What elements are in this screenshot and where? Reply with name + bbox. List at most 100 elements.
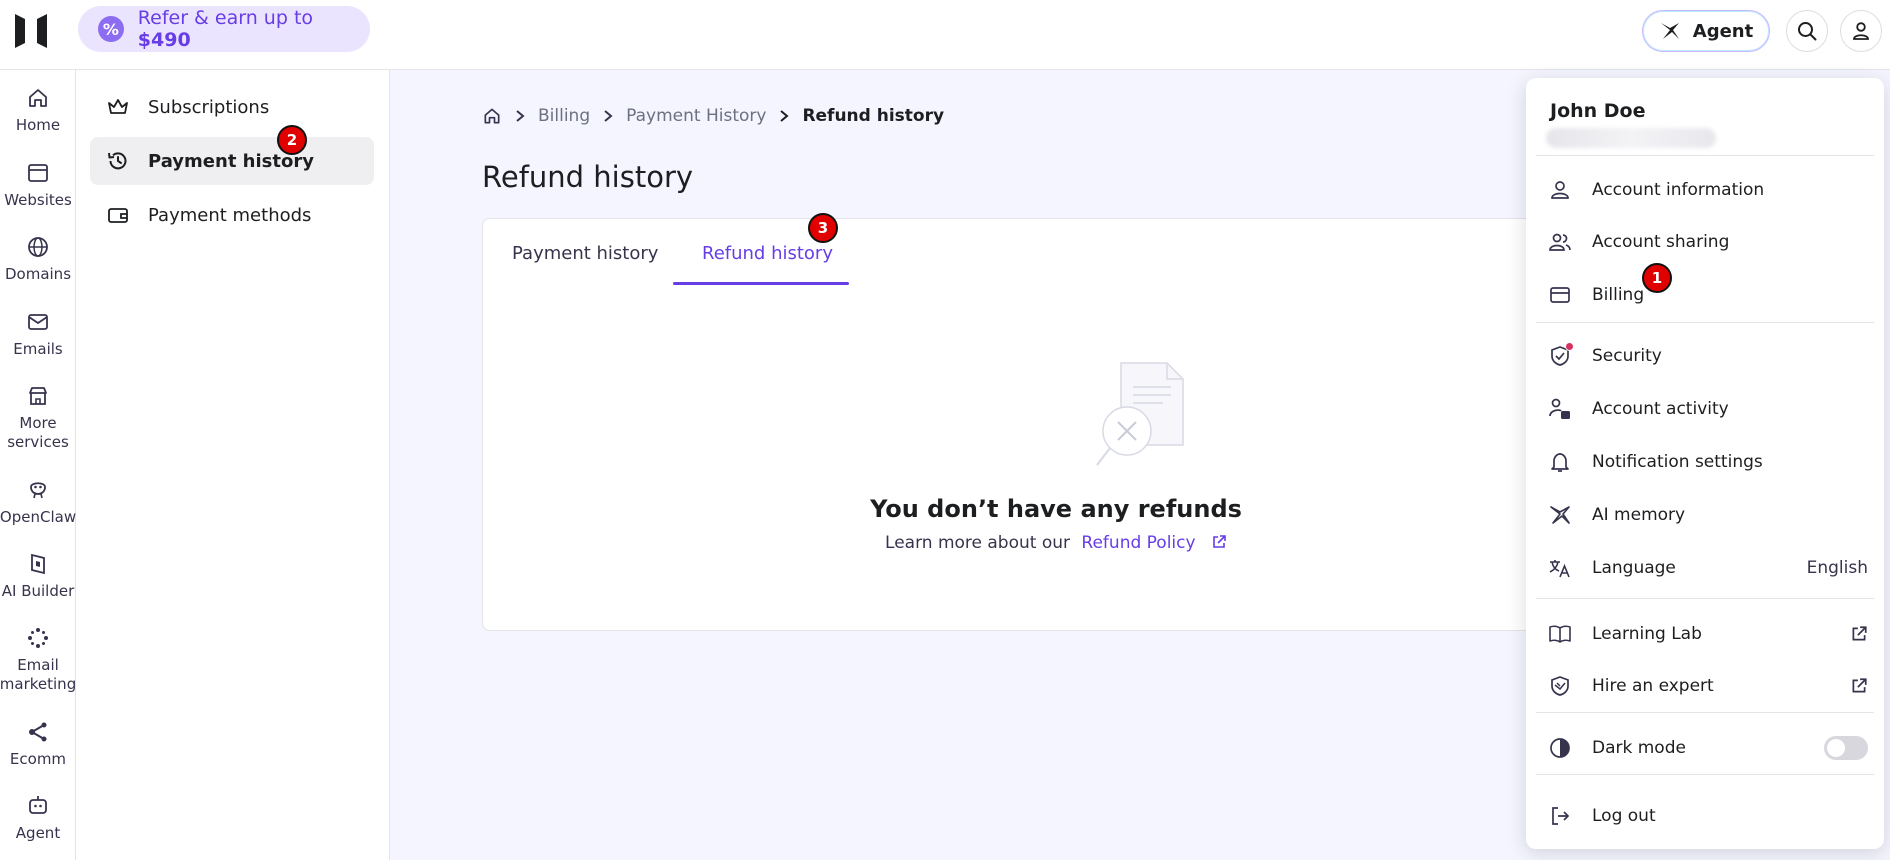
browser-window-icon bbox=[28, 164, 48, 182]
menu-item-label: Dark mode bbox=[1592, 738, 1686, 758]
menu-item-log-out[interactable]: Log out bbox=[1548, 800, 1868, 832]
empty-state-description: Learn more about our bbox=[885, 533, 1071, 553]
account-activity-icon bbox=[1549, 398, 1570, 419]
rail-item-ecomm[interactable]: Ecomm bbox=[0, 720, 76, 769]
rail-item-label: AI Builder bbox=[1, 582, 75, 600]
history-icon bbox=[108, 152, 127, 170]
credit-card-icon bbox=[1550, 287, 1570, 303]
menu-item-security[interactable]: Security bbox=[1548, 340, 1868, 372]
external-link-icon bbox=[1852, 678, 1867, 693]
user-name: John Doe bbox=[1550, 100, 1646, 122]
chevron-right-icon bbox=[604, 110, 613, 122]
rail-item-email-marketing[interactable]: Email marketing bbox=[0, 626, 76, 694]
account-button[interactable] bbox=[1840, 10, 1882, 52]
rail-item-label: Home bbox=[15, 116, 61, 134]
menu-item-learning-lab[interactable]: Learning Lab bbox=[1548, 618, 1868, 650]
rail-item-domains[interactable]: Domains bbox=[0, 235, 76, 284]
breadcrumb: Billing Payment History Refund history bbox=[482, 106, 944, 126]
rail-item-label: Agent bbox=[15, 824, 61, 842]
person-icon bbox=[1853, 22, 1869, 40]
menu-item-account-information[interactable]: Account information bbox=[1548, 174, 1868, 206]
external-link-icon[interactable] bbox=[1211, 534, 1227, 550]
empty-state-text: Learn more about our Refund Policy bbox=[482, 533, 1630, 553]
expert-shield-icon bbox=[1551, 676, 1569, 696]
language-value: English bbox=[1806, 558, 1868, 578]
globe-icon bbox=[28, 237, 48, 257]
rail-item-label: More services bbox=[7, 414, 69, 451]
discount-badge-icon: % bbox=[98, 16, 124, 42]
wallet-icon bbox=[108, 208, 128, 223]
divider bbox=[1536, 155, 1874, 156]
rail-item-home[interactable]: Home bbox=[0, 86, 76, 135]
openclaw-icon bbox=[30, 482, 46, 499]
rail-item-emails[interactable]: Emails bbox=[0, 310, 76, 359]
rail-item-label: Domains bbox=[4, 265, 72, 283]
hostinger-logo[interactable] bbox=[12, 12, 50, 50]
account-dropdown-menu: John Doe Account information Account sha… bbox=[1526, 78, 1884, 849]
rail-item-ai-builder[interactable]: AI Builder bbox=[0, 552, 76, 601]
step-marker: 3 bbox=[808, 213, 838, 243]
menu-item-billing[interactable]: Billing bbox=[1548, 279, 1868, 311]
agent-bot-icon bbox=[29, 796, 47, 814]
divider bbox=[1536, 598, 1874, 599]
menu-item-dark-mode[interactable]: Dark mode bbox=[1548, 732, 1868, 764]
rail-item-label: Websites bbox=[4, 191, 72, 209]
people-icon bbox=[1549, 233, 1571, 251]
search-button[interactable] bbox=[1786, 10, 1828, 52]
rail-item-label: Ecomm bbox=[9, 750, 67, 768]
menu-item-label: Language bbox=[1592, 558, 1676, 578]
tab-payment-history[interactable]: Payment history bbox=[512, 243, 658, 264]
menu-item-language[interactable]: Language English bbox=[1548, 552, 1868, 584]
refund-policy-link[interactable]: Refund Policy bbox=[1081, 533, 1195, 553]
subnav-item-payment-methods[interactable]: Payment methods bbox=[90, 191, 374, 239]
menu-item-label: Account sharing bbox=[1592, 232, 1730, 252]
external-link-icon bbox=[1852, 626, 1867, 641]
crown-icon bbox=[108, 99, 128, 114]
rail-item-agent[interactable]: Agent bbox=[0, 794, 76, 843]
menu-item-ai-memory[interactable]: AI memory bbox=[1548, 499, 1868, 531]
subnav-item-label: Payment methods bbox=[148, 204, 312, 226]
menu-item-account-sharing[interactable]: Account sharing bbox=[1548, 226, 1868, 258]
menu-item-label: Log out bbox=[1592, 806, 1656, 826]
home-icon bbox=[29, 89, 47, 107]
menu-item-label: Hire an expert bbox=[1592, 676, 1714, 696]
subnav-item-payment-history[interactable]: Payment history bbox=[90, 137, 374, 185]
ai-sparkle-icon bbox=[1550, 506, 1570, 524]
subnav-item-subscriptions[interactable]: Subscriptions bbox=[90, 83, 374, 131]
rail-item-more-services[interactable]: More services bbox=[0, 384, 76, 452]
notification-dot bbox=[1565, 342, 1574, 351]
billing-subnav: Subscriptions Payment history Payment me… bbox=[76, 70, 390, 860]
menu-item-hire-an-expert[interactable]: Hire an expert bbox=[1548, 670, 1868, 702]
rail-item-openclaw[interactable]: OpenClaw bbox=[0, 478, 76, 527]
rail-item-label: Emails bbox=[13, 340, 63, 358]
refund-history-card: Payment history Refund history bbox=[482, 218, 1582, 631]
refer-text: Refer & earn up to $490 bbox=[137, 7, 314, 51]
translate-icon bbox=[1549, 560, 1570, 578]
dark-mode-toggle[interactable] bbox=[1824, 736, 1868, 760]
ai-builder-icon bbox=[31, 553, 45, 575]
menu-item-label: Account information bbox=[1592, 180, 1765, 200]
tab-refund-history[interactable]: Refund history bbox=[702, 243, 833, 264]
rail-item-label: OpenClaw bbox=[0, 508, 77, 526]
divider bbox=[1536, 322, 1874, 323]
agent-button[interactable]: Agent bbox=[1642, 10, 1770, 52]
menu-item-label: Account activity bbox=[1592, 399, 1729, 419]
breadcrumb-payment-history[interactable]: Payment History bbox=[626, 106, 766, 126]
rail-item-label: Email marketing bbox=[0, 656, 77, 693]
step-marker: 2 bbox=[277, 125, 307, 155]
menu-item-label: Notification settings bbox=[1592, 452, 1763, 472]
ecommerce-icon bbox=[29, 722, 47, 742]
menu-item-label: Security bbox=[1592, 346, 1662, 366]
menu-item-notification-settings[interactable]: Notification settings bbox=[1548, 446, 1868, 478]
store-icon bbox=[29, 387, 47, 405]
contrast-icon bbox=[1550, 738, 1570, 758]
book-icon bbox=[1549, 625, 1571, 643]
menu-item-account-activity[interactable]: Account activity bbox=[1548, 393, 1868, 425]
divider bbox=[1536, 712, 1874, 713]
logout-icon bbox=[1552, 807, 1570, 825]
home-icon[interactable] bbox=[482, 106, 502, 126]
breadcrumb-billing[interactable]: Billing bbox=[538, 106, 590, 126]
menu-item-label: Billing bbox=[1592, 285, 1645, 305]
rail-item-websites[interactable]: Websites bbox=[0, 161, 76, 210]
refer-earn-banner[interactable]: % Refer & earn up to $490 bbox=[78, 6, 370, 52]
